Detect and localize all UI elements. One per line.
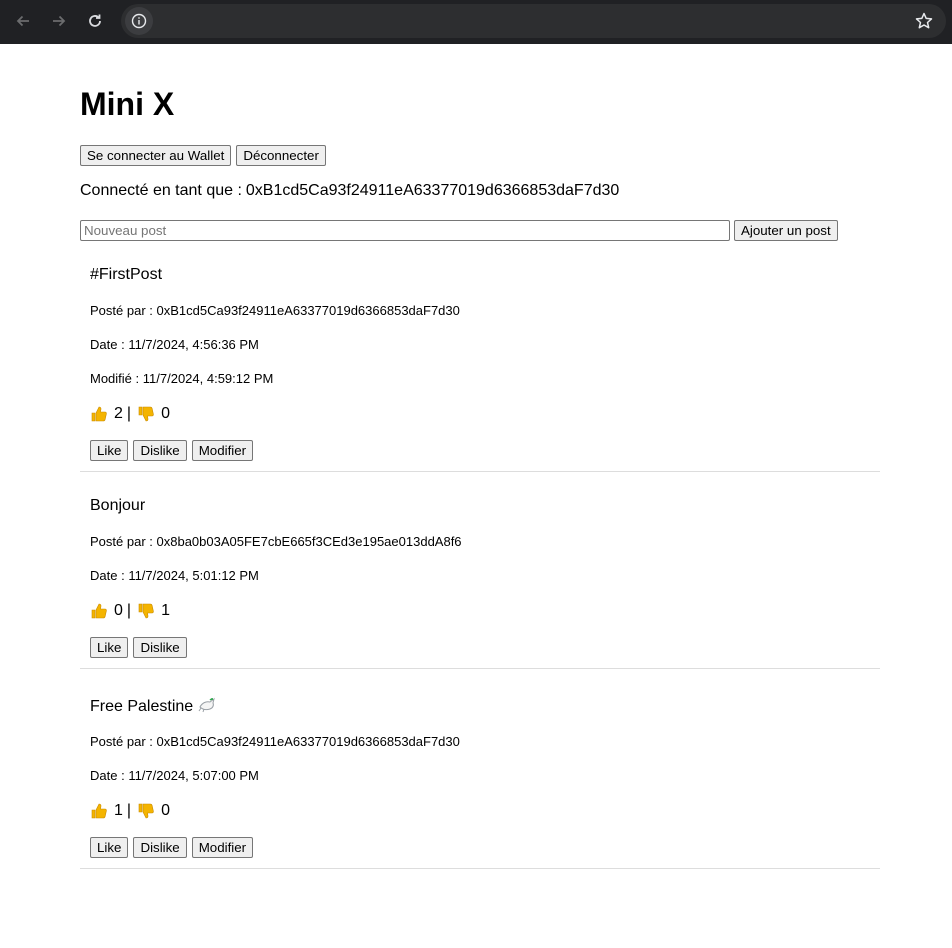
post-modified: Modifié : 11/7/2024, 4:59:12 PM <box>90 371 273 387</box>
post-item: Free Palestine Posté par : 0xB1cd5Ca93f2… <box>80 669 880 869</box>
back-button[interactable] <box>9 7 37 35</box>
dislike-button[interactable]: Dislike <box>133 637 187 658</box>
star-icon[interactable] <box>914 11 934 31</box>
post-actions: Like Dislike Modifier <box>90 440 254 461</box>
arrow-left-icon <box>16 15 29 27</box>
thumbs-down-icon <box>138 803 154 819</box>
forward-button[interactable] <box>45 7 73 35</box>
edit-button[interactable]: Modifier <box>191 837 254 858</box>
add-post-button[interactable]: Ajouter un post <box>734 220 838 241</box>
arrow-right-icon <box>53 15 66 27</box>
browser-toolbar <box>0 0 952 44</box>
like-button[interactable]: Like <box>90 440 129 461</box>
modified-label: Modifié : <box>90 371 140 386</box>
vote-counts: 0 | 1 <box>90 601 170 621</box>
vote-separator: | <box>126 802 132 819</box>
date-label: Date : <box>90 568 125 583</box>
info-icon <box>131 13 147 29</box>
connected-address: 0xB1cd5Ca93f24911eA63377019d6366853daF7d… <box>245 182 620 199</box>
connect-wallet-button[interactable]: Se connecter au Wallet <box>80 145 232 166</box>
like-button[interactable]: Like <box>90 837 129 858</box>
post-author: Posté par : 0x8ba0b03A05FE7cbE665f3CEd3e… <box>90 534 462 550</box>
dislike-button[interactable]: Dislike <box>133 440 187 461</box>
posted-by-label: Posté par : <box>90 734 153 749</box>
vote-separator: | <box>126 405 132 422</box>
post-author: Posté par : 0xB1cd5Ca93f24911eA63377019d… <box>90 303 460 319</box>
thumbs-up-icon <box>91 406 107 422</box>
modified-value: 11/7/2024, 4:59:12 PM <box>142 371 274 386</box>
date-value: 11/7/2024, 4:56:36 PM <box>128 337 259 352</box>
post-date: Date : 11/7/2024, 5:07:00 PM <box>90 768 259 784</box>
date-label: Date : <box>90 768 125 783</box>
dislike-button[interactable]: Dislike <box>133 837 187 858</box>
reload-icon <box>89 14 101 27</box>
address-bar[interactable] <box>121 4 946 38</box>
thumbs-up-icon <box>91 603 107 619</box>
dislike-count: 0 <box>161 405 170 422</box>
edit-button[interactable]: Modifier <box>191 440 254 461</box>
author-address: 0x8ba0b03A05FE7cbE665f3CEd3e195ae013ddA8… <box>156 534 462 549</box>
dislike-count: 1 <box>161 602 170 619</box>
vote-counts: 1 | 0 <box>90 801 170 821</box>
post-author: Posté par : 0xB1cd5Ca93f24911eA63377019d… <box>90 734 460 750</box>
connected-label: Connecté en tant que : <box>80 182 242 199</box>
date-label: Date : <box>90 337 125 352</box>
wallet-actions: Se connecter au Wallet Déconnecter <box>80 145 326 166</box>
author-address: 0xB1cd5Ca93f24911eA63377019d6366853daF7d… <box>156 734 460 749</box>
disconnect-button[interactable]: Déconnecter <box>236 145 326 166</box>
site-info-button[interactable] <box>125 7 153 35</box>
date-value: 11/7/2024, 5:07:00 PM <box>128 768 259 783</box>
post-content: #FirstPost <box>90 266 163 283</box>
like-button[interactable]: Like <box>90 637 129 658</box>
post-item: Bonjour Posté par : 0x8ba0b03A05FE7cbE66… <box>80 472 880 669</box>
post-item: #FirstPost Posté par : 0xB1cd5Ca93f24911… <box>80 251 880 472</box>
posted-by-label: Posté par : <box>90 303 153 318</box>
post-actions: Like Dislike Modifier <box>90 837 254 858</box>
dove-icon <box>198 697 215 713</box>
like-count: 0 <box>114 602 123 619</box>
app-title: Mini X <box>80 86 175 122</box>
connected-status: Connecté en tant que :0xB1cd5Ca93f24911e… <box>80 181 619 201</box>
like-count: 2 <box>114 405 123 422</box>
vote-separator: | <box>126 602 132 619</box>
new-post-form: Ajouter un post <box>80 220 838 241</box>
new-post-input[interactable] <box>80 220 730 241</box>
vote-counts: 2 | 0 <box>90 404 170 424</box>
post-content: Bonjour <box>90 497 146 514</box>
reload-button[interactable] <box>81 7 109 35</box>
thumbs-up-icon <box>91 803 107 819</box>
thumbs-down-icon <box>138 406 154 422</box>
post-text: Free Palestine <box>90 698 194 715</box>
thumbs-down-icon <box>138 603 154 619</box>
date-value: 11/7/2024, 5:01:12 PM <box>128 568 259 583</box>
dislike-count: 0 <box>161 802 170 819</box>
post-actions: Like Dislike <box>90 637 187 658</box>
posted-by-label: Posté par : <box>90 534 153 549</box>
like-count: 1 <box>114 802 123 819</box>
author-address: 0xB1cd5Ca93f24911eA63377019d6366853daF7d… <box>156 303 460 318</box>
post-date: Date : 11/7/2024, 5:01:12 PM <box>90 568 259 584</box>
post-content: Free Palestine <box>90 696 217 717</box>
post-date: Date : 11/7/2024, 4:56:36 PM <box>90 337 259 353</box>
